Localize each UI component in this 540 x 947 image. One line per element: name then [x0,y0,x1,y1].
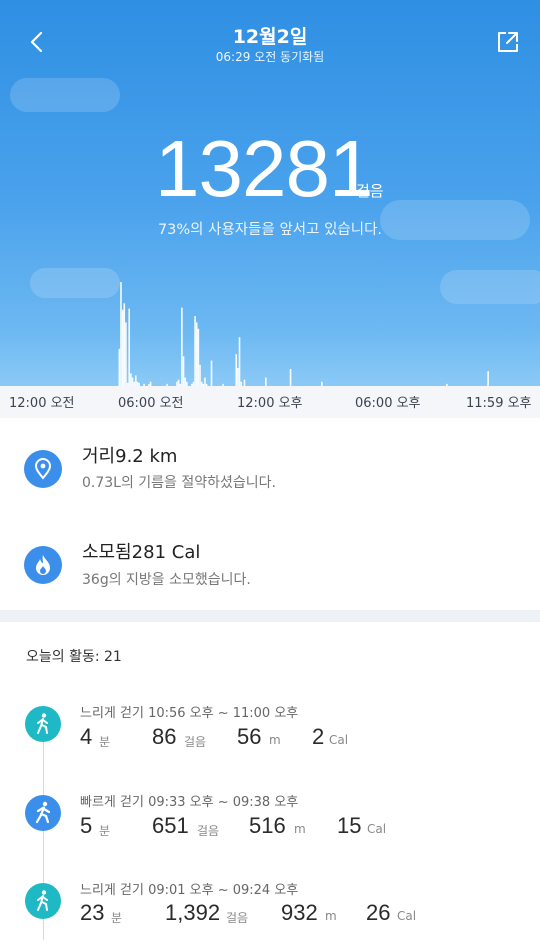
activity-label: 빠르게 걷기 09:33 오후 ~ 09:38 오후 [80,795,299,810]
step-bar [131,377,134,386]
unit-m: m [269,733,281,747]
top-bar: 12월2일 06:29 오전 동기화됨 [0,0,540,80]
unit-min: 분 [99,735,111,749]
activity-minutes: 5 [80,813,93,838]
unit-min: 분 [111,911,123,925]
unit-m: m [294,822,306,836]
tick-label: 11:59 오후 [466,396,532,411]
activity-cal: 2 [312,724,325,749]
step-bar [194,316,196,386]
section-divider [0,610,540,622]
step-bar [121,309,124,386]
distance-row[interactable]: 거리9.2 km 0.73L의 기름을 절약하셨습니다. [0,420,540,516]
unit-cal: Cal [367,822,387,836]
unit-min: 분 [99,824,111,838]
step-bar [184,377,186,386]
step-bar [123,303,126,386]
unit-cal: Cal [397,909,417,923]
step-count: 13281 [155,124,373,213]
summary-header: 12월2일 06:29 오전 동기화됨 13281 걸음 73%의 사용자들을 … [0,0,540,418]
step-bar [118,348,121,386]
activity-steps: 86 [152,724,177,749]
step-bar [238,337,241,386]
calories-subtitle: 36g의 지방을 소모했습니다. [82,572,251,588]
share-button[interactable] [496,30,520,54]
step-bar [197,328,200,386]
calories-title: 소모됨281 Cal [82,542,201,563]
tick-label: 12:00 오후 [237,396,303,411]
step-bar [204,377,206,386]
activity-label: 느리게 걷기 10:56 오후 ~ 11:00 오후 [80,706,299,721]
activity-cal: 15 [337,813,362,838]
step-bar [210,360,213,386]
unit-steps: 걸음 [184,735,207,749]
activity-steps: 1,392 [165,900,221,925]
step-bar [125,322,127,386]
distance-title: 거리9.2 km [82,446,178,467]
step-bar [130,373,132,386]
distance-subtitle: 0.73L의 기름을 절약하셨습니다. [82,475,277,491]
activity-minutes: 23 [80,900,105,925]
activity-meters: 932 [281,900,318,925]
step-chart [118,282,489,386]
fast-walk-icon [25,795,61,831]
step-bar [128,308,131,386]
activity-meters: 516 [249,813,286,838]
tick-label: 12:00 오전 [9,396,75,411]
share-icon [498,32,518,52]
step-bar [265,377,267,386]
step-bar [235,354,238,386]
sync-status: 06:29 오전 동기화됨 [215,50,325,64]
step-bar [182,356,185,386]
rank-text: 73%의 사용자들을 앞서고 있습니다. [157,222,383,238]
activity-steps: 651 [152,813,189,838]
step-bar [289,369,292,386]
calories-row[interactable]: 소모됨281 Cal 36g의 지방을 소모했습니다. [0,518,540,614]
activity-label: 느리게 걷기 09:01 오후 ~ 09:24 오후 [80,883,299,898]
unit-steps: 걸음 [197,824,220,838]
unit-steps: 걸음 [226,911,249,925]
activity-meters: 56 [237,724,262,749]
location-icon [24,450,62,488]
walk-icon [25,883,61,919]
walk-icon [25,706,61,742]
unit-cal: Cal [329,733,349,747]
tick-label: 06:00 오후 [355,396,421,411]
activity-cal: 26 [366,900,391,925]
tick-label: 06:00 오전 [118,396,184,411]
step-unit: 걸음 [356,182,384,200]
step-bar [237,367,239,386]
flame-icon [24,546,62,584]
step-bar [181,307,183,386]
step-bar [120,282,122,386]
step-bar [199,364,201,386]
page-title: 12월2일 [232,26,308,48]
unit-m: m [325,909,337,923]
activity-minutes: 4 [80,724,93,749]
step-bar [135,375,137,386]
step-bar [487,371,489,386]
cloud-decoration [10,78,120,112]
step-bar [195,322,198,386]
activities-heading: 오늘의 활동: 21 [26,649,122,665]
